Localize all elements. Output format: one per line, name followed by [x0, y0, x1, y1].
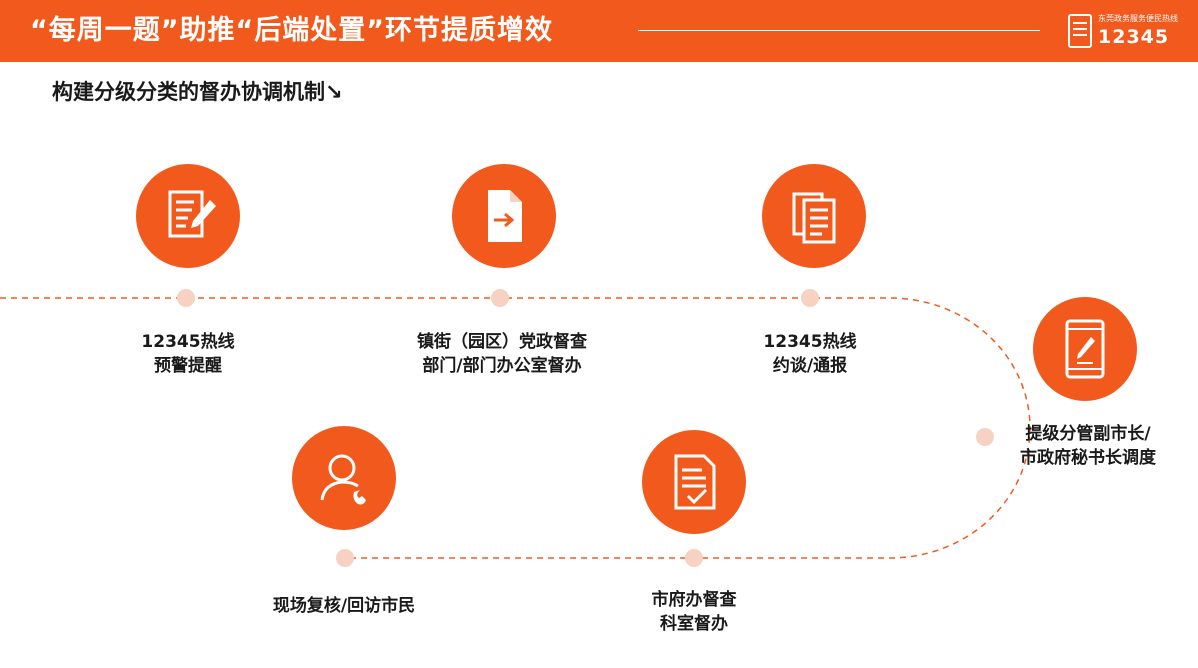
- step-label-2-line-1: 镇街（园区）党政督查: [417, 332, 587, 352]
- step-label-1-line-1: 12345热线: [141, 332, 235, 352]
- user-phone-icon: [320, 454, 366, 505]
- step-label-3-line-2: 约谈/通报: [772, 356, 848, 376]
- document-edit-icon: [168, 190, 216, 238]
- step-label-5-line-1: 市府办督查: [651, 590, 737, 610]
- step-icon-circle-4: [1033, 297, 1137, 401]
- step-label-2-line-2: 部门/部门办公室督办: [422, 356, 582, 376]
- step-label-5-line-2: 科室督办: [660, 614, 728, 634]
- flow-dot-6: [336, 549, 354, 567]
- step-label-3-line-1: 12345热线: [763, 332, 857, 352]
- step-label-1: 12345热线 预警提醒: [58, 330, 318, 378]
- step-label-6-line-1: 现场复核/回访市民: [272, 596, 416, 616]
- step-icon-circle-2: [452, 164, 556, 268]
- step-label-3: 12345热线 约谈/通报: [680, 330, 940, 378]
- step-label-4: 提级分管副市长/ 市政府秘书长调度: [958, 422, 1198, 470]
- step-label-6: 现场复核/回访市民: [214, 594, 474, 618]
- step-icon-circle-6: [292, 426, 396, 530]
- step-label-5: 市府办督查 科室督办: [564, 588, 824, 636]
- checklist-icon: [674, 454, 716, 510]
- flow-dot-2: [491, 289, 509, 307]
- step-icon-circle-5: [642, 430, 746, 534]
- flow-dot-1: [177, 289, 195, 307]
- documents-icon: [792, 192, 836, 244]
- step-label-2: 镇街（园区）党政督查 部门/部门办公室督办: [372, 330, 632, 378]
- flow-dot-3: [801, 289, 819, 307]
- step-icon-circle-1: [136, 164, 240, 268]
- step-label-1-line-2: 预警提醒: [154, 356, 222, 376]
- file-forward-icon: [488, 190, 522, 242]
- flow-dot-5: [685, 549, 703, 567]
- step-icon-circle-3: [762, 164, 866, 268]
- tablet-pen-icon: [1065, 319, 1105, 379]
- step-label-4-line-2: 市政府秘书长调度: [1020, 448, 1156, 468]
- step-label-4-line-1: 提级分管副市长/: [1025, 424, 1151, 444]
